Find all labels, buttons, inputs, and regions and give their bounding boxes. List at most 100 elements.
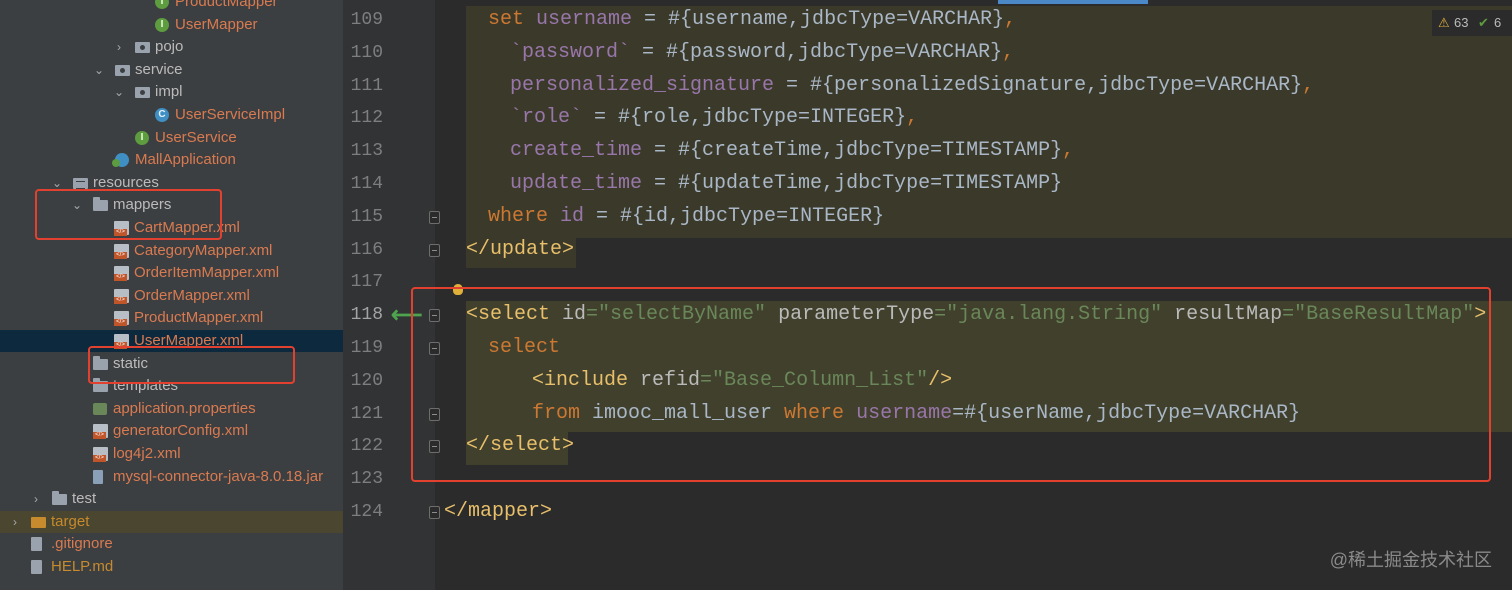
interface-icon: I (135, 130, 149, 145)
tree-item[interactable]: mysql-connector-java-8.0.18.jar (0, 466, 343, 488)
tree-item[interactable]: ⌄ mappers (0, 194, 343, 216)
code-line[interactable]: `role` = #{role,jdbcType=INTEGER}, (510, 104, 918, 132)
code-token: `password` (510, 40, 631, 64)
tree-item[interactable]: C UserServiceImpl (0, 104, 343, 126)
code-token: = #{role,jdbcType=INTEGER} (582, 106, 907, 130)
tree-item[interactable]: › test (0, 488, 343, 510)
code-line[interactable]: where id = #{id,jdbcType=INTEGER} (488, 203, 884, 231)
chevron-right-icon[interactable]: › (30, 488, 42, 510)
tree-item[interactable]: OrderMapper.xml (0, 285, 343, 307)
tree-item-label: generatorConfig.xml (113, 422, 249, 440)
code-line[interactable]: create_time = #{createTime,jdbcType=TIME… (510, 137, 1074, 165)
tree-item-label: UserServiceImpl (175, 106, 286, 123)
tree-item[interactable]: UserMapper.xml (0, 330, 343, 352)
fold-marker-icon[interactable] (429, 342, 440, 355)
code-token: parameterType (778, 303, 935, 327)
fold-marker-icon[interactable] (429, 210, 440, 224)
code-token: = #{id,jdbcType=INTEGER} (584, 204, 885, 228)
code-editor[interactable]: 109 110 111 112 113 114 115 116 117 118 119 120 121 1… (343, 0, 1512, 590)
code-token: </select> (466, 434, 575, 458)
code-token: resultMap (1174, 303, 1283, 327)
go-to-declaration-arrow-icon[interactable]: ⟵ (391, 302, 423, 328)
chevron-down-icon[interactable]: ⌄ (113, 81, 125, 103)
xml-file-icon (93, 424, 108, 440)
chevron-down-icon[interactable]: ⌄ (93, 59, 105, 81)
tree-item-label: CategoryMapper.xml (134, 241, 273, 259)
tree-item[interactable]: generatorConfig.xml (0, 420, 343, 442)
inspection-widget[interactable]: ⚠ 63 ✔ 6 (1432, 10, 1512, 36)
tree-item[interactable]: .gitignore (0, 533, 343, 555)
fold-marker-icon[interactable] (429, 440, 440, 454)
code-token: username (536, 8, 633, 31)
code-line[interactable]: `password` = #{password,jdbcType=VARCHAR… (510, 39, 1014, 67)
tree-item-label: ProductMapper.xml (134, 309, 264, 327)
tree-item-label: ProductMapper (175, 0, 278, 10)
tree-item[interactable]: OrderItemMapper.xml (0, 262, 343, 284)
tree-item[interactable]: HELP.md (0, 556, 343, 578)
tree-item[interactable]: CategoryMapper.xml (0, 240, 343, 262)
tree-item-label: CartMapper.xml (134, 219, 240, 236)
line-number: 123 (350, 469, 383, 490)
intention-bulb-icon[interactable] (453, 284, 463, 296)
folder-icon (93, 378, 108, 393)
chevron-down-icon[interactable]: ⌄ (51, 172, 63, 194)
code-line[interactable]: personalized_signature = #{personalizedS… (510, 72, 1314, 100)
code-line[interactable]: from imooc_mall_user where username=#{us… (532, 400, 1300, 428)
code-token: , (1062, 139, 1075, 163)
code-line[interactable]: <select id="selectByName" parameterType=… (466, 301, 1486, 329)
code-token: , (1002, 40, 1015, 64)
tree-item[interactable]: › target (0, 510, 343, 533)
tree-item[interactable]: application.properties (0, 398, 343, 420)
fold-marker-icon[interactable] (429, 243, 440, 257)
tree-item[interactable]: ProductMapper.xml (0, 307, 343, 329)
fold-marker-icon[interactable] (429, 407, 440, 421)
tree-item-label: service (135, 60, 183, 78)
code-line[interactable]: select (488, 334, 560, 362)
line-number: 121 (350, 403, 383, 424)
line-number: 118 (350, 305, 383, 326)
fold-marker-icon[interactable] (429, 309, 440, 323)
tree-item[interactable]: I ProductMapper (0, 0, 343, 13)
code-token: select (488, 336, 561, 359)
xml-file-icon (114, 288, 129, 304)
package-icon (135, 87, 150, 99)
code-line[interactable]: </select> (466, 432, 574, 460)
tree-item-label: static (113, 354, 149, 372)
chevron-down-icon[interactable]: ⌄ (71, 194, 83, 216)
folder-icon (52, 491, 67, 506)
tree-item[interactable]: static (0, 353, 343, 375)
tree-item-label: mysql-connector-java-8.0.18.jar (113, 467, 324, 485)
tree-item-label: pojo (155, 38, 184, 56)
code-line[interactable]: set username = #{username,jdbcType=VARCH… (488, 6, 1016, 34)
code-token: from (532, 401, 593, 425)
code-token: imooc_mall_user (592, 401, 785, 425)
code-line[interactable]: </mapper> (444, 498, 552, 526)
tree-item[interactable]: I UserService (0, 127, 343, 149)
chevron-right-icon[interactable]: › (113, 36, 125, 58)
code-token: personalized_signature (510, 73, 775, 97)
chevron-right-icon[interactable]: › (9, 511, 21, 533)
code-line[interactable]: update_time = #{updateTime,jdbcType=TIME… (510, 170, 1062, 198)
tree-item[interactable]: CartMapper.xml (0, 217, 343, 239)
tree-item[interactable]: MallApplication (0, 149, 343, 171)
tree-item-label: UserMapper (175, 15, 258, 33)
xml-file-icon (114, 311, 129, 327)
tree-item[interactable]: › pojo (0, 36, 343, 58)
code-token: id (560, 204, 585, 228)
folder-icon (93, 355, 108, 370)
tree-item[interactable]: templates (0, 375, 343, 397)
tree-item[interactable]: I UserMapper (0, 14, 343, 36)
code-line[interactable]: </update> (466, 236, 574, 264)
tree-item[interactable]: ⌄ resources (0, 172, 343, 194)
code-token: , (1004, 8, 1017, 31)
code-token: > (1474, 303, 1487, 327)
xml-file-icon (114, 221, 129, 236)
code-token: = #{updateTime,jdbcType=TIMESTAMP} (642, 172, 1063, 195)
code-token: = #{personalizedSignature,jdbcType=VARCH… (774, 73, 1303, 97)
tree-item[interactable]: log4j2.xml (0, 443, 343, 465)
code-token: ="BaseResultMap" (1282, 303, 1475, 327)
code-line[interactable]: <include refid="Base_Column_List"/> (532, 367, 952, 395)
tree-item[interactable]: ⌄ impl (0, 81, 343, 103)
fold-marker-icon[interactable] (429, 506, 440, 519)
tree-item[interactable]: ⌄ service (0, 59, 343, 81)
